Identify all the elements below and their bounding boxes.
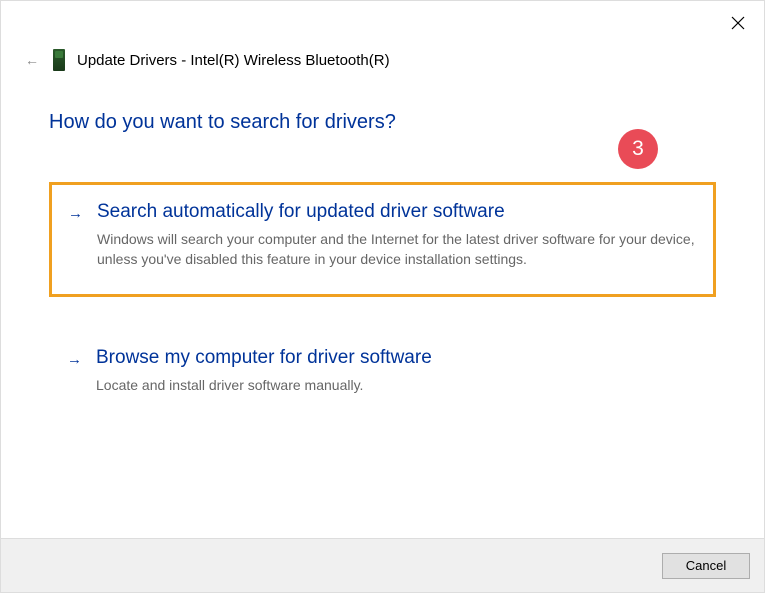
close-button[interactable]: [728, 13, 748, 33]
dialog-header: ← Update Drivers - Intel(R) Wireless Blu…: [1, 1, 764, 71]
dialog-title: Update Drivers - Intel(R) Wireless Bluet…: [77, 52, 390, 69]
cancel-button[interactable]: Cancel: [662, 553, 750, 579]
callout-number: 3: [632, 137, 644, 161]
option-description: Locate and install driver software manua…: [96, 375, 696, 395]
option-browse-computer[interactable]: → Browse my computer for driver software…: [49, 329, 716, 413]
back-arrow-icon[interactable]: ←: [25, 52, 41, 68]
dialog-content: How do you want to search for drivers? →…: [1, 71, 764, 413]
question-heading: How do you want to search for drivers?: [49, 111, 716, 134]
update-drivers-dialog: ← Update Drivers - Intel(R) Wireless Blu…: [0, 0, 765, 593]
arrow-right-icon: →: [67, 351, 82, 368]
step-callout-badge: 3: [618, 129, 658, 169]
arrow-right-icon: →: [68, 205, 83, 222]
option-description: Windows will search your computer and th…: [97, 229, 695, 270]
close-icon: [731, 16, 745, 30]
device-icon: [53, 49, 65, 71]
option-title: Browse my computer for driver software: [96, 347, 696, 369]
dialog-footer: Cancel: [1, 538, 764, 592]
option-search-automatically[interactable]: → Search automatically for updated drive…: [49, 182, 716, 297]
option-title: Search automatically for updated driver …: [97, 201, 695, 223]
